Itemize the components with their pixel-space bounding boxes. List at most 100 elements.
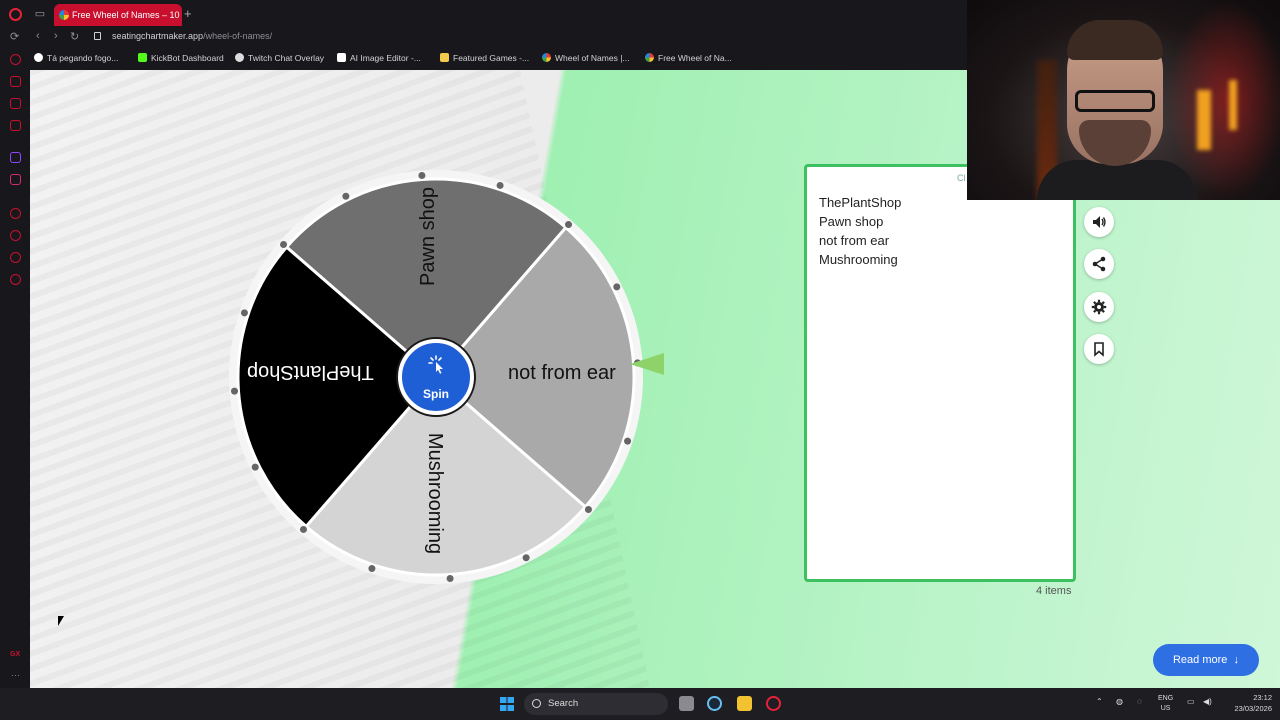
spin-button[interactable]: Spin bbox=[398, 339, 474, 415]
clear-tag[interactable]: Cl bbox=[957, 173, 966, 183]
wheel-peg bbox=[624, 437, 632, 445]
bookmark-item[interactable]: KickBot Dashboard bbox=[138, 53, 224, 63]
bookmark-icon bbox=[1094, 342, 1104, 357]
player-icon[interactable] bbox=[10, 208, 21, 219]
webcam-person-body bbox=[1037, 160, 1197, 200]
tray-app-icon[interactable]: ◍ bbox=[1116, 697, 1123, 706]
read-more-button[interactable]: Read more ↓ bbox=[1153, 644, 1259, 676]
windows-taskbar: Search ⌃ ◍ ◌ ENG US ▭ ◀) 23:12 23/03/202… bbox=[0, 688, 1280, 720]
taskbar-search[interactable]: Search bbox=[524, 693, 668, 715]
wheel-peg bbox=[230, 387, 238, 395]
network-icon[interactable]: ▭ bbox=[1187, 697, 1195, 706]
twitch-icon[interactable] bbox=[10, 152, 21, 163]
wheel-peg bbox=[613, 283, 621, 291]
slice-label-bottom: Mushrooming bbox=[424, 432, 447, 555]
mouse-cursor-icon bbox=[58, 616, 64, 626]
bookmark-item[interactable]: Twitch Chat Overlay bbox=[235, 53, 324, 63]
wheel-favicon-icon bbox=[59, 10, 69, 20]
arrow-down-icon: ↓ bbox=[1230, 654, 1240, 666]
slice-label-right: not from ear bbox=[508, 362, 616, 384]
cursor-click-icon bbox=[428, 355, 443, 374]
steam-icon[interactable] bbox=[707, 696, 722, 711]
settings-button[interactable] bbox=[1084, 292, 1114, 322]
bookmark-item[interactable]: Wheel of Names |... bbox=[542, 53, 629, 63]
slice-label-top: Pawn shop bbox=[416, 187, 439, 286]
new-tab-icon[interactable]: + bbox=[184, 6, 192, 21]
extensions-icon[interactable] bbox=[10, 252, 21, 263]
wheel-peg bbox=[251, 463, 259, 471]
games-icon bbox=[440, 53, 449, 62]
sidebar-more-icon[interactable]: ··· bbox=[11, 670, 20, 680]
ai-editor-icon bbox=[337, 53, 346, 62]
volume-icon[interactable]: ◀) bbox=[1203, 697, 1212, 706]
wheel-icon bbox=[645, 53, 654, 62]
language-code: ENG bbox=[1158, 695, 1174, 702]
settings-sidebar-icon[interactable] bbox=[10, 274, 21, 285]
clock-time: 23:12 bbox=[1253, 693, 1272, 702]
webcam-lamp bbox=[1229, 80, 1237, 130]
messenger-icon[interactable] bbox=[10, 98, 21, 109]
back-icon[interactable]: ‹ bbox=[36, 30, 40, 42]
reload-sidebar-icon[interactable]: ⟳ bbox=[10, 30, 19, 43]
gx-control-icon[interactable] bbox=[10, 76, 21, 87]
windows-start-icon[interactable] bbox=[500, 697, 514, 711]
forward-icon[interactable]: › bbox=[54, 30, 58, 42]
system-clock[interactable]: 23:12 23/03/2026 bbox=[1222, 692, 1272, 714]
instagram-icon[interactable] bbox=[10, 174, 21, 185]
wheel-icon bbox=[542, 53, 551, 62]
tab-title: Free Wheel of Names – 10 bbox=[72, 10, 180, 20]
wheel-peg bbox=[565, 221, 573, 229]
wheel[interactable]: Pawn shop not from ear Mushrooming ThePl… bbox=[229, 170, 643, 584]
wheel-peg bbox=[522, 554, 530, 562]
bookmark-item[interactable]: Tá pegando fogo... bbox=[34, 53, 118, 63]
webcam-person-glasses bbox=[1075, 90, 1155, 112]
speed-dial-icon[interactable] bbox=[10, 54, 21, 65]
bookmark-item[interactable]: AI Image Editor -... bbox=[337, 53, 421, 63]
taskbar-search-label: Search bbox=[548, 698, 579, 709]
share-icon bbox=[1092, 256, 1106, 272]
task-view-icon[interactable] bbox=[679, 696, 694, 711]
bookmark-item[interactable]: Featured Games -... bbox=[440, 53, 529, 63]
save-button[interactable] bbox=[1084, 334, 1114, 364]
history-icon[interactable] bbox=[10, 230, 21, 241]
music-icon[interactable] bbox=[10, 120, 21, 131]
wheel-peg bbox=[299, 525, 307, 533]
wheel-peg bbox=[240, 309, 248, 317]
slice-label-left: ThePlantShop bbox=[247, 361, 374, 383]
wheel-peg bbox=[418, 171, 426, 179]
wheel-pointer bbox=[630, 353, 664, 375]
tab-wheel-of-names[interactable]: Free Wheel of Names – 10 bbox=[54, 4, 182, 26]
entries-panel[interactable]: Cl ThePlantShop Pawn shop not from ear M… bbox=[804, 164, 1076, 582]
wheel-peg bbox=[342, 192, 350, 200]
reload-icon[interactable]: ↻ bbox=[70, 30, 79, 43]
clock-date: 23/03/2026 bbox=[1234, 704, 1272, 713]
keyboard-layout: US bbox=[1160, 705, 1171, 712]
wheel-peg bbox=[584, 506, 592, 514]
url-domain: seatingchartmaker.app bbox=[112, 31, 204, 41]
opera-logo-icon[interactable] bbox=[9, 8, 22, 21]
gear-icon bbox=[1091, 299, 1107, 315]
sound-button[interactable] bbox=[1084, 207, 1114, 237]
wheel-peg bbox=[280, 240, 288, 248]
kickbot-icon bbox=[138, 53, 147, 62]
share-button[interactable] bbox=[1084, 249, 1114, 279]
webcam-person-hair bbox=[1067, 20, 1163, 60]
lock-icon bbox=[94, 32, 101, 40]
file-explorer-icon[interactable] bbox=[737, 696, 752, 711]
bookmark-item[interactable]: Free Wheel of Na... bbox=[645, 53, 732, 63]
opera-gx-taskbar-icon[interactable] bbox=[766, 696, 781, 711]
tab-overview-icon[interactable]: ▭ bbox=[34, 8, 46, 20]
entries-textarea[interactable]: ThePlantShop Pawn shop not from ear Mush… bbox=[819, 193, 901, 269]
url-field[interactable]: seatingchartmaker.app/wheel-of-names/ bbox=[94, 31, 272, 41]
wheel-peg bbox=[368, 565, 376, 573]
tray-app-icon[interactable]: ◌ bbox=[1137, 697, 1142, 706]
opera-sidebar: GX ··· bbox=[0, 48, 30, 688]
speaker-icon bbox=[1093, 216, 1106, 228]
spin-label: Spin bbox=[423, 387, 449, 401]
entries-count: 4 items bbox=[1036, 585, 1072, 597]
language-indicator[interactable]: ENG US bbox=[1158, 694, 1173, 714]
tray-chevron-icon[interactable]: ⌃ bbox=[1096, 697, 1103, 706]
read-more-label: Read more bbox=[1172, 654, 1228, 666]
wheel-peg bbox=[446, 575, 454, 583]
webcam-overlay bbox=[967, 0, 1280, 200]
